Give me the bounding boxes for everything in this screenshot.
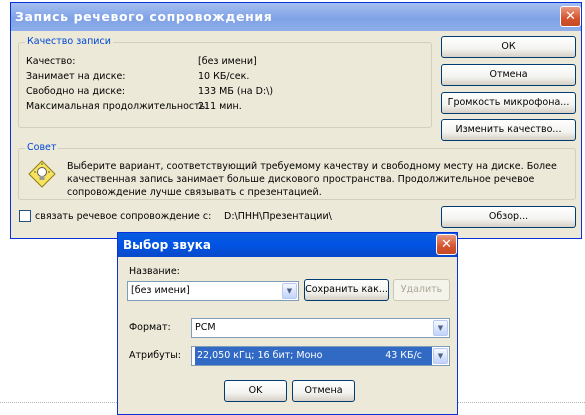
sound-close-button[interactable]: ✕ — [436, 234, 457, 255]
format-combo-value: PCM — [195, 322, 216, 333]
sound-dialog-title: Выбор звука — [118, 233, 457, 257]
attributes-label: Атрибуты: — [129, 350, 181, 361]
sound-cancel-button[interactable]: Отмена — [292, 380, 355, 402]
link-narration-checkbox[interactable] — [19, 210, 31, 222]
dropdown-arrow-icon[interactable]: ▼ — [433, 320, 448, 336]
lightbulb-hint-icon — [28, 160, 56, 188]
free-space-label: Свободно на диске: — [26, 86, 126, 97]
browse-button[interactable]: Обзор... — [441, 206, 576, 228]
link-path: D:\ПНН\Презентации\ — [224, 211, 332, 222]
sound-selection-dialog: Выбор звука ✕ Название: [без имени] ▼ Со… — [117, 232, 458, 415]
format-combo[interactable]: PCM ▼ — [191, 318, 450, 338]
name-combo[interactable]: [без имени] ▼ — [127, 281, 299, 301]
cancel-button[interactable]: Отмена — [441, 64, 576, 86]
attributes-combo[interactable]: 22,050 кГц; 16 бит; Моно 43 КБ/с ▼ — [191, 346, 450, 366]
quality-label: Качество: — [26, 56, 76, 67]
close-icon: ✕ — [441, 237, 452, 252]
disk-usage-label: Занимает на диске: — [26, 71, 126, 82]
sound-ok-button[interactable]: OK — [224, 380, 287, 402]
name-combo-value: [без имени] — [131, 285, 190, 296]
dropdown-arrow-icon[interactable]: ▼ — [282, 283, 297, 299]
tip-line-2: качественная запись занимает больше диск… — [67, 174, 535, 185]
ok-button[interactable]: ОК — [441, 36, 576, 58]
format-label: Формат: — [129, 322, 171, 333]
free-space-value: 133 МБ (на D:\) — [198, 86, 274, 97]
delete-button[interactable]: Удалить — [393, 279, 450, 301]
name-label: Название: — [129, 266, 180, 277]
mic-volume-button[interactable]: Громкость микрофона... — [441, 92, 576, 114]
quality-value: [без имени] — [198, 56, 257, 67]
disk-usage-value: 10 КБ/сек. — [198, 71, 250, 82]
max-duration-value: 211 мин. — [198, 101, 242, 112]
link-narration-label[interactable]: связать речевое сопровождение с: — [35, 211, 211, 222]
change-quality-button[interactable]: Изменить качество... — [441, 119, 576, 141]
tip-group-title: Совет — [25, 142, 59, 153]
record-narration-dialog: Запись речевого сопровождения ✕ Качество… — [10, 2, 582, 239]
quality-group: Качество записи — [18, 36, 432, 128]
tip-line-3: сопровождение лучше связывать с презента… — [67, 187, 322, 198]
main-dialog-title: Запись речевого сопровождения — [11, 3, 581, 31]
tip-line-1: Выберите вариант, соответствующий требуе… — [67, 161, 557, 172]
attributes-combo-value: 22,050 кГц; 16 бит; Моно — [197, 350, 323, 361]
max-duration-label: Максимальная продолжительность: — [26, 101, 209, 112]
quality-group-title: Качество записи — [25, 36, 113, 47]
attributes-rate: 43 КБ/с — [385, 350, 422, 361]
attributes-combo-selection: 22,050 кГц; 16 бит; Моно 43 КБ/с — [195, 347, 432, 365]
dropdown-arrow-icon[interactable]: ▼ — [433, 348, 448, 364]
close-icon: ✕ — [565, 9, 576, 24]
save-as-button[interactable]: Сохранить как... — [304, 279, 389, 301]
main-close-button[interactable]: ✕ — [560, 6, 581, 27]
